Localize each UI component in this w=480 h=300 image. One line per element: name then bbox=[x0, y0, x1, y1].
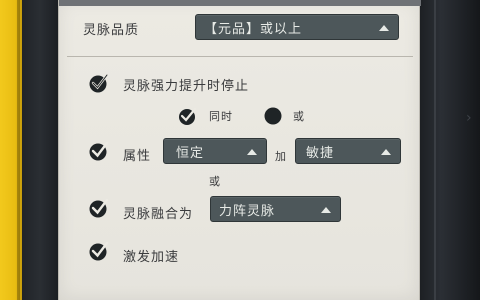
radio-simultaneous[interactable] bbox=[178, 106, 198, 126]
caret-up-icon bbox=[247, 149, 257, 155]
caret-up-icon bbox=[381, 149, 391, 155]
game-screen: › 灵脉品质 【元品】或以上 灵脉强力提升时停止 同时 或 属性 恒定 加 敏捷… bbox=[0, 0, 480, 300]
quality-label: 灵脉品质 bbox=[83, 23, 140, 38]
right-dark-frame: › bbox=[420, 0, 480, 300]
activate-speedup-checkbox[interactable] bbox=[88, 240, 110, 262]
caret-up-icon bbox=[321, 207, 331, 213]
attribute-plus-label: 加 bbox=[275, 150, 287, 163]
spirit-vein-merge-value: 力阵灵脉 bbox=[219, 203, 276, 219]
spirit-vein-merge-checkbox[interactable] bbox=[88, 197, 110, 219]
radio-or-label: 或 bbox=[293, 110, 305, 123]
radio-or[interactable] bbox=[263, 106, 283, 126]
spirit-vein-merge-dropdown[interactable]: 力阵灵脉 bbox=[210, 196, 341, 222]
activate-speedup-label: 激发加速 bbox=[123, 250, 180, 265]
panel-top-border bbox=[59, 0, 421, 6]
attribute-label: 属性 bbox=[123, 149, 152, 164]
caret-up-icon bbox=[379, 25, 389, 31]
attribute-second-value: 敏捷 bbox=[306, 145, 335, 161]
auto-refine-settings-panel: 灵脉品质 【元品】或以上 灵脉强力提升时停止 同时 或 属性 恒定 加 敏捷 或… bbox=[58, 0, 421, 300]
stop-on-upgrade-checkbox[interactable] bbox=[88, 72, 110, 94]
chevron-right-icon: › bbox=[466, 110, 472, 126]
attribute-checkbox[interactable] bbox=[88, 140, 110, 162]
stop-on-upgrade-label: 灵脉强力提升时停止 bbox=[123, 79, 250, 94]
attribute-or-label: 或 bbox=[209, 175, 221, 188]
left-yellow-frame bbox=[0, 0, 22, 300]
spirit-vein-merge-label: 灵脉融合为 bbox=[123, 207, 194, 222]
section-divider bbox=[67, 56, 413, 57]
attribute-first-dropdown[interactable]: 恒定 bbox=[163, 138, 267, 164]
radio-simultaneous-label: 同时 bbox=[209, 110, 233, 123]
quality-dropdown[interactable]: 【元品】或以上 bbox=[195, 14, 399, 40]
left-dark-frame bbox=[22, 0, 58, 300]
attribute-first-value: 恒定 bbox=[176, 145, 205, 161]
quality-dropdown-value: 【元品】或以上 bbox=[204, 21, 303, 37]
attribute-second-dropdown[interactable]: 敏捷 bbox=[295, 138, 401, 164]
